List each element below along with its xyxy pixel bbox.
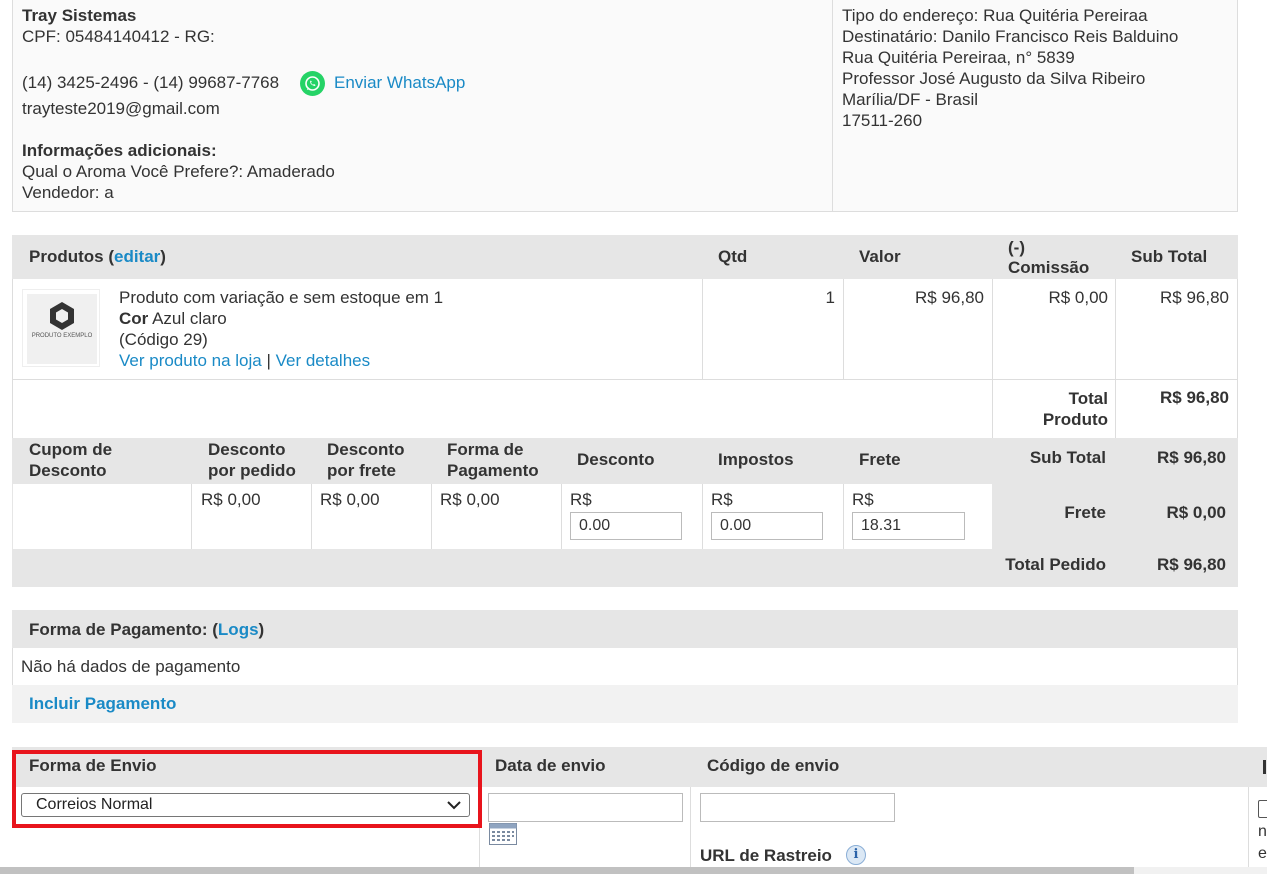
order-total-value: R$ 96,80: [1157, 555, 1226, 574]
subtotal-label: Sub Total: [1029, 448, 1106, 467]
col-desconto: Desconto: [577, 450, 655, 469]
shipping-method-highlight: [12, 750, 482, 828]
discount-per-shipping-value: R$ 0,00: [320, 490, 380, 509]
col-valor: Valor: [859, 247, 901, 266]
total-product-value: R$ 96,80: [1160, 388, 1229, 407]
col-subtotal: Sub Total: [1131, 247, 1208, 266]
payment-logs-link[interactable]: Logs: [218, 620, 259, 639]
payment-title: Forma de Pagamento: (Logs): [29, 620, 265, 639]
product-value: R$ 96,80: [915, 288, 984, 307]
col-desc-frete: Desconto por frete: [327, 440, 405, 480]
payment-method-discount-value: R$ 0,00: [440, 490, 500, 509]
product-commission: R$ 0,00: [1048, 288, 1108, 307]
col-forma-pagamento: Forma de Pagamento: [447, 440, 539, 480]
address-neighborhood: Professor José Augusto da Silva Ribeiro: [842, 69, 1146, 88]
col-frete: Frete: [859, 450, 901, 469]
shipping-code-input[interactable]: [700, 793, 895, 822]
product-attribute: Cor Azul claro: [119, 309, 227, 328]
total-product-label: Total Produto: [1042, 389, 1108, 429]
shipping-total-value: R$ 0,00: [1166, 503, 1226, 522]
currency-label: R$: [852, 490, 874, 509]
col-qtd: Qtd: [718, 247, 748, 266]
payment-empty-text: Não há dados de pagamento: [21, 657, 241, 676]
address-street: Rua Quitéria Pereiraa, n° 5839: [842, 48, 1075, 67]
divider: [832, 0, 833, 212]
include-payment-link[interactable]: Incluir Pagamento: [29, 694, 176, 714]
address-city: Marília/DF - Brasil: [842, 90, 979, 109]
customer-email: trayteste2019@gmail.com: [22, 99, 220, 118]
product-qty: 1: [825, 288, 835, 307]
taxes-input[interactable]: [711, 512, 823, 540]
product-thumbnail[interactable]: PRODUTO EXEMPLO: [22, 289, 100, 367]
customer-document: CPF: 05484140412 - RG:: [22, 27, 215, 46]
edit-products-link[interactable]: editar: [114, 247, 160, 266]
send-whatsapp-link[interactable]: Enviar WhatsApp: [334, 73, 465, 93]
col-cupom: Cupom de Desconto: [29, 440, 113, 480]
product-links: Ver produto na loja | Ver detalhes: [119, 351, 371, 370]
address-zip: 17511-260: [842, 111, 923, 130]
customer-phones: (14) 3425-2496 - (14) 99687-7768: [22, 73, 280, 92]
discounts-values-row: [13, 484, 992, 549]
address-type: Tipo do endereço: Rua Quitéria Pereiraa: [842, 6, 1148, 25]
info-icon[interactable]: i: [846, 845, 866, 865]
tracking-url-label: URL de Rastreio: [700, 846, 832, 865]
products-header: Produtos (editar): [29, 247, 166, 266]
payment-footer-row: [12, 685, 1238, 723]
col-comissao: (-) Comissão: [1008, 238, 1090, 277]
product-subtotal: R$ 96,80: [1160, 288, 1229, 307]
address-recipient: Destinatário: Danilo Francisco Reis Bald…: [842, 27, 1179, 46]
horizontal-scrollbar[interactable]: [0, 867, 1267, 874]
col-shipping-date: Data de envio: [495, 756, 606, 775]
checkbox[interactable]: [1258, 800, 1267, 818]
discount-input[interactable]: [570, 512, 682, 540]
view-details-link[interactable]: Ver detalhes: [276, 351, 371, 370]
subtotal-value: R$ 96,80: [1157, 448, 1226, 467]
shipping-total-label: Frete: [1064, 503, 1106, 522]
discount-per-order-value: R$ 0,00: [201, 490, 261, 509]
calendar-icon[interactable]: [489, 823, 517, 845]
col-shipping-code: Código de envio: [707, 756, 840, 775]
order-total-label: Total Pedido: [1005, 555, 1106, 574]
additional-info-title: Informações adicionais:: [22, 141, 217, 160]
shipping-date-input[interactable]: [488, 793, 683, 822]
col-desc-pedido: Desconto por pedido: [208, 440, 296, 480]
whatsapp-icon[interactable]: [300, 71, 325, 96]
currency-label: R$: [570, 490, 592, 509]
col-impostos: Impostos: [718, 450, 794, 469]
scrollbar-thumb[interactable]: [0, 867, 1134, 874]
shipping-input[interactable]: [852, 512, 965, 540]
product-code: (Código 29): [119, 330, 208, 349]
product-name: Produto com variação e sem estoque em 1: [119, 288, 444, 307]
currency-label: R$: [711, 490, 733, 509]
additional-info-line: Vendedor: a: [22, 183, 114, 202]
additional-info-line: Qual o Aroma Você Prefere?: Amaderado: [22, 162, 335, 181]
customer-name: Tray Sistemas: [22, 6, 137, 25]
view-in-store-link[interactable]: Ver produto na loja: [119, 351, 262, 370]
